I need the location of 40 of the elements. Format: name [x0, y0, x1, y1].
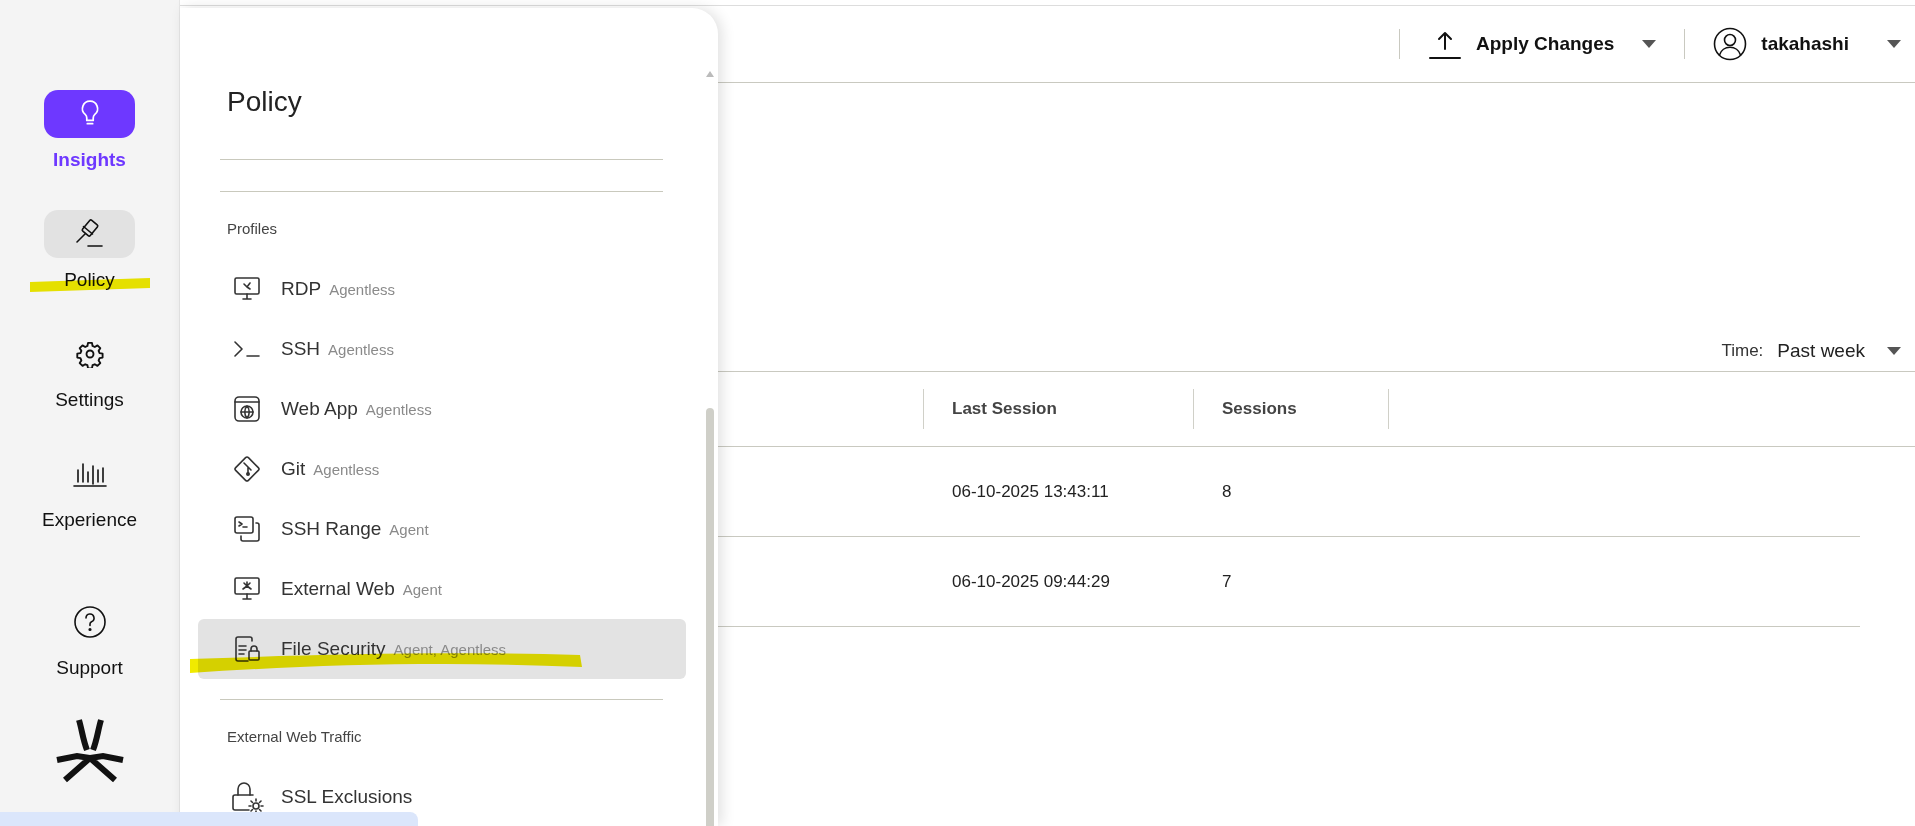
time-dropdown[interactable]: Past week	[1777, 340, 1901, 362]
nav-label[interactable]: Experience	[41, 509, 138, 531]
settings-icon	[75, 340, 104, 368]
help-icon	[72, 605, 107, 639]
time-label: Time:	[1721, 341, 1764, 361]
user-menu-button[interactable]: takahashi	[1685, 27, 1901, 61]
column-header[interactable]: Last Session	[923, 389, 1193, 429]
user-avatar-icon	[1713, 27, 1748, 61]
bar-chart-icon	[71, 460, 108, 488]
menu-item[interactable]: SSH Range Agent	[198, 499, 686, 559]
nav-label[interactable]: Settings	[55, 389, 124, 411]
git-branch-icon	[231, 453, 263, 485]
nav-label[interactable]: Support	[56, 657, 123, 679]
nav-label[interactable]: Policy	[64, 269, 115, 291]
browser-globe-icon	[232, 394, 262, 424]
menu-item[interactable]: RDP Agentless	[198, 259, 686, 319]
table-cell-text: 06-10-2025 09:44:29	[951, 571, 1110, 592]
menu-item[interactable]: Git Agentless	[198, 439, 686, 499]
gavel-icon	[73, 218, 106, 250]
logo-icon	[54, 718, 125, 784]
apply-changes-button[interactable]: Apply Changes	[1400, 27, 1685, 61]
caret-down-icon	[1887, 40, 1901, 48]
menu-item[interactable]: SSH Agentless	[198, 319, 686, 379]
section-heading: Profiles	[227, 219, 278, 239]
lock-gear-icon	[230, 780, 264, 814]
caret-down-icon	[1887, 347, 1901, 355]
menu-item[interactable]: SSL Exclusions	[198, 767, 686, 826]
scrollbar-thumb[interactable]	[706, 408, 714, 826]
nav-label[interactable]: Insights	[53, 149, 126, 171]
caret-down-icon	[1642, 40, 1657, 48]
table-cell-text: 06-10-2025 13:43:11	[951, 481, 1109, 502]
menu-title: Policy	[227, 85, 302, 119]
table-cell-text: 8	[1221, 481, 1232, 502]
terminal-windows-icon	[232, 514, 262, 544]
menu-item[interactable]: External Web Agent	[198, 559, 686, 619]
menu-item[interactable]: Web App Agentless	[198, 379, 686, 439]
nav-button[interactable]	[44, 210, 135, 258]
section-heading: External Web Traffic	[227, 727, 362, 747]
column-header[interactable]: Sessions	[1193, 389, 1388, 429]
table-cell-text: 7	[1221, 571, 1232, 592]
